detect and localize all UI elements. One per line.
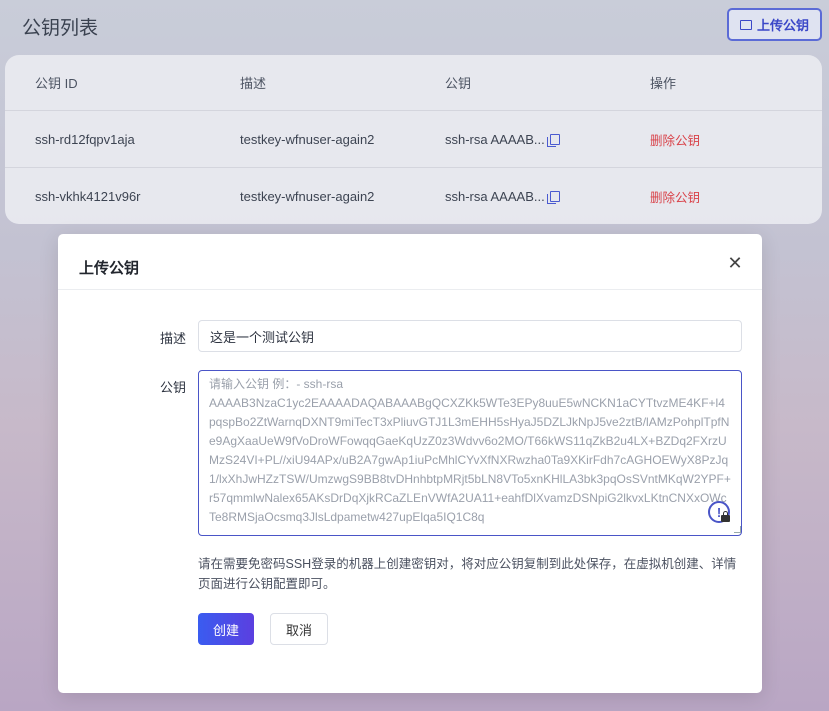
public-key-label: 公钥 [160,380,187,395]
header-description: 描述 [240,76,267,91]
public-key-placeholder: 请输入公钥 例：- ssh-rsa AAAAB3NzaC1yc2EAAAADAQ… [209,377,731,524]
row-description: testkey-wfnuser-again2 [240,131,375,147]
row-key: ssh-rsa AAAAB... [445,168,560,224]
resize-handle-icon[interactable] [734,526,741,533]
delete-key-link[interactable]: 删除公钥 [650,187,700,206]
dialog-header: 上传公钥 ✕ [58,234,762,290]
upload-key-dialog: 上传公钥 ✕ 描述 这是一个测试公钥 公钥 请输入公钥 例：- ssh-rsa … [58,234,762,693]
header-id: 公钥 ID [35,76,78,91]
public-key-textarea[interactable]: 请输入公钥 例：- ssh-rsa AAAAB3NzaC1yc2EAAAADAQ… [198,370,742,536]
row-action: 删除公钥 [650,111,700,167]
create-button[interactable]: 创建 [198,613,254,645]
description-label: 描述 [160,331,187,346]
delete-key-link[interactable]: 删除公钥 [650,130,700,149]
row-id: ssh-rd12fqpv1aja [35,131,135,147]
dialog-title: 上传公钥 [79,260,140,277]
copy-icon[interactable] [546,133,560,147]
description-input[interactable]: 这是一个测试公钥 [198,320,742,352]
description-value: 这是一个测试公钥 [210,329,315,345]
header-key: 公钥 [445,76,472,91]
row-description: testkey-wfnuser-again2 [240,189,375,204]
row-action: 删除公钥 [650,168,700,224]
folder-upload-icon [739,19,752,30]
header-action: 操作 [650,76,677,91]
key-table: 公钥 ID 描述 公钥 操作 ssh-rd12fqpv1aja testkey-… [5,55,822,224]
table-row: ssh-rd12fqpv1aja testkey-wfnuser-again2 … [5,111,822,168]
lock-icon [721,511,730,522]
page-title: 公钥列表 [22,18,99,39]
row-key-text: ssh-rsa AAAAB... [445,131,545,147]
table-header: 公钥 ID 描述 公钥 操作 [5,55,822,111]
row-key: ssh-rsa AAAAB... [445,111,560,167]
upload-key-label: 上传公钥 [756,18,809,33]
close-icon[interactable]: ✕ [727,254,743,272]
table-row: ssh-vkhk4121v96r testkey-wfnuser-again2 … [5,168,822,224]
page-header: 公钥列表 上传公钥 [0,0,829,52]
copy-icon[interactable] [546,191,560,204]
hint-text: 请在需要免密码SSH登录的机器上创建密钥对，将对应公钥复制到此处保存，在虚拟机创… [198,557,737,591]
row-key-text: ssh-rsa AAAAB... [445,189,545,204]
row-id: ssh-vkhk4121v96r [35,189,141,204]
cancel-button[interactable]: 取消 [270,613,328,645]
upload-key-button[interactable]: 上传公钥 [727,8,822,41]
